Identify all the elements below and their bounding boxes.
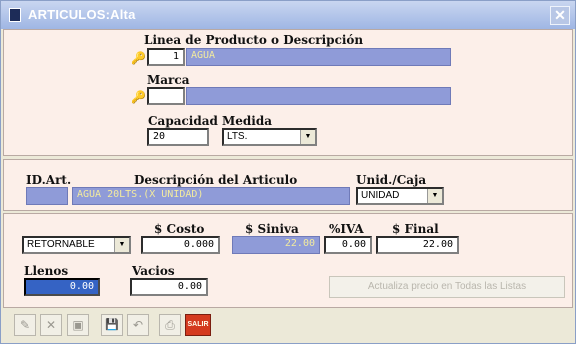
- key-icon[interactable]: 🔑: [131, 91, 146, 103]
- llenos-input[interactable]: 0.00: [24, 278, 100, 296]
- save-button[interactable]: 💾: [101, 314, 123, 336]
- unit-box-label: Unid./Caja: [356, 173, 427, 187]
- key-icon[interactable]: 🔑: [131, 52, 146, 64]
- id-art-label: ID.Art.: [26, 173, 72, 187]
- chevron-down-icon: ▼: [427, 189, 442, 203]
- vacios-label: Vacios: [132, 264, 175, 278]
- brand-desc-input[interactable]: [186, 87, 451, 105]
- chevron-down-icon: ▼: [114, 238, 129, 252]
- window-icon: [9, 8, 21, 22]
- title-bar: ARTICULOS:Alta ✕: [1, 1, 575, 29]
- window-title: ARTICULOS:Alta: [28, 7, 136, 22]
- measure-value: LTS.: [227, 131, 248, 142]
- cost-input[interactable]: 0.000: [141, 236, 220, 254]
- vacios-input[interactable]: 0.00: [130, 278, 208, 296]
- type-value: RETORNABLE: [27, 239, 95, 250]
- unit-select[interactable]: UNIDAD ▼: [356, 187, 444, 205]
- cost-label: $ Costo: [154, 222, 205, 236]
- siniva-label: $ Siniva: [245, 222, 299, 236]
- brand-code-input[interactable]: [147, 87, 185, 105]
- product-line-label: Linea de Producto o Descripción: [144, 33, 364, 47]
- line-desc-input[interactable]: AGUA: [186, 48, 451, 66]
- unit-value: UNIDAD: [361, 190, 400, 201]
- measure-label: Medida: [222, 114, 273, 128]
- exit-button[interactable]: SALIR: [185, 314, 211, 336]
- update-all-lists-button[interactable]: Actualiza precio en Todas las Listas: [329, 276, 565, 298]
- articulos-alta-window: ARTICULOS:Alta ✕ Linea de Producto o Des…: [0, 0, 576, 344]
- iva-label: %IVA: [329, 222, 364, 236]
- final-input[interactable]: 22.00: [376, 236, 459, 254]
- close-button[interactable]: ✕: [550, 6, 570, 25]
- capacity-label: Capacidad: [148, 114, 218, 128]
- id-art-input[interactable]: [26, 187, 68, 205]
- brand-label: Marca: [147, 73, 190, 87]
- iva-input[interactable]: 0.00: [324, 236, 372, 254]
- measure-select[interactable]: LTS. ▼: [222, 128, 317, 146]
- undo-button[interactable]: ↶: [127, 314, 149, 336]
- article-panel: ID.Art. Descripción del Articulo AGUA 20…: [3, 159, 573, 211]
- capacity-input[interactable]: 20: [147, 128, 209, 146]
- llenos-label: Llenos: [24, 264, 69, 278]
- pricing-panel: RETORNABLE ▼ $ Costo 0.000 $ Siniva 22.0…: [3, 213, 573, 308]
- print-button[interactable]: ⎙: [159, 314, 181, 336]
- product-panel: Linea de Producto o Descripción 🔑 1 AGUA…: [3, 29, 573, 156]
- type-select[interactable]: RETORNABLE ▼: [22, 236, 131, 254]
- delete-button[interactable]: ✕: [40, 314, 62, 336]
- description-input[interactable]: AGUA 20LTS.(X UNIDAD): [72, 187, 350, 205]
- chevron-down-icon: ▼: [300, 130, 315, 144]
- edit-button[interactable]: ✎: [14, 314, 36, 336]
- description-label: Descripción del Articulo: [134, 173, 298, 187]
- final-label: $ Final: [392, 222, 439, 236]
- line-code-input[interactable]: 1: [147, 48, 185, 66]
- siniva-input[interactable]: 22.00: [232, 236, 320, 254]
- clear-button[interactable]: ▣: [67, 314, 89, 336]
